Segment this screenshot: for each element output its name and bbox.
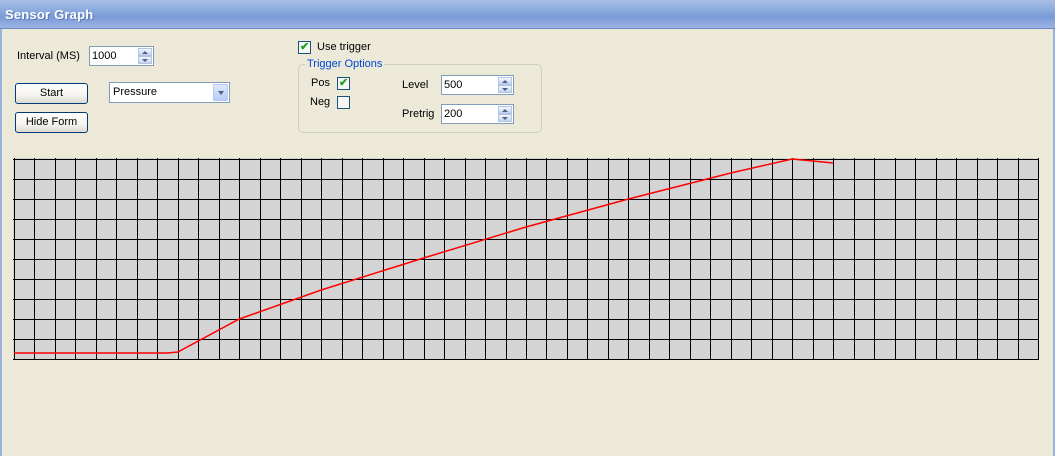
- pos-label: Pos: [311, 77, 330, 89]
- title-bar: Sensor Graph: [0, 0, 1055, 29]
- neg-checkbox[interactable]: [337, 96, 350, 109]
- arrow-down-icon: [502, 88, 508, 91]
- arrow-up-icon: [502, 80, 508, 83]
- level-down-button[interactable]: [498, 85, 512, 93]
- sensor-select-dropdown-button[interactable]: [213, 84, 228, 101]
- sensor-select-value: Pressure: [113, 86, 158, 98]
- pretrig-spinner[interactable]: [441, 104, 514, 124]
- checkmark-icon: ✔: [339, 77, 349, 89]
- interval-up-button[interactable]: [138, 48, 152, 56]
- interval-spinner-buttons: [138, 48, 152, 64]
- level-input[interactable]: [444, 78, 496, 92]
- use-trigger-checkbox[interactable]: ✔: [298, 41, 311, 54]
- window-title: Sensor Graph: [5, 7, 94, 22]
- pretrig-label: Pretrig: [402, 108, 435, 120]
- arrow-up-icon: [142, 51, 148, 54]
- window-border-left: [0, 29, 2, 456]
- pretrig-spinner-buttons: [498, 106, 512, 122]
- pos-checkbox[interactable]: ✔: [337, 77, 350, 90]
- level-spinner-buttons: [498, 77, 512, 93]
- sensor-select[interactable]: Pressure: [109, 82, 230, 103]
- level-label: Level: [402, 79, 429, 91]
- level-up-button[interactable]: [498, 77, 512, 85]
- pretrig-up-button[interactable]: [498, 106, 512, 114]
- interval-input[interactable]: [92, 49, 136, 63]
- chevron-down-icon: [218, 91, 224, 95]
- sensor-graph: [13, 158, 1039, 360]
- level-spinner[interactable]: [441, 75, 514, 95]
- interval-spinner[interactable]: [89, 46, 154, 66]
- pretrig-input[interactable]: [444, 107, 496, 121]
- arrow-up-icon: [502, 109, 508, 112]
- trigger-options-title: Trigger Options: [305, 58, 385, 70]
- pretrig-down-button[interactable]: [498, 114, 512, 122]
- start-button[interactable]: Start: [15, 83, 88, 104]
- interval-down-button[interactable]: [138, 56, 152, 64]
- use-trigger-label: Use trigger: [317, 41, 371, 53]
- arrow-down-icon: [142, 59, 148, 62]
- checkmark-icon: ✔: [300, 41, 310, 53]
- interval-label: Interval (MS): [17, 50, 80, 62]
- arrow-down-icon: [502, 117, 508, 120]
- hide-form-button[interactable]: Hide Form: [15, 112, 88, 133]
- neg-label: Neg: [310, 96, 331, 108]
